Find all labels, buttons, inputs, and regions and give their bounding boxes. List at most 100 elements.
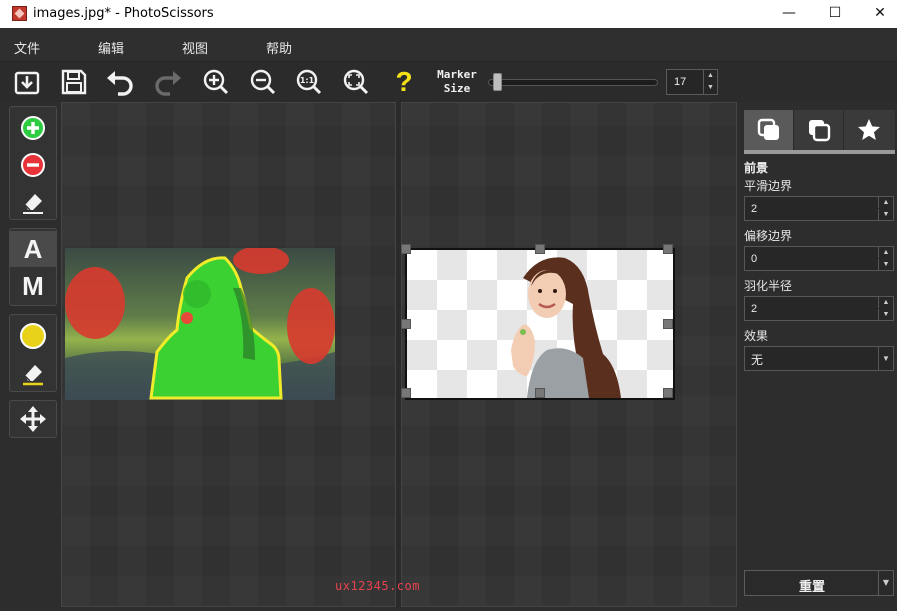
marker-size-slider-thumb[interactable] xyxy=(492,73,502,91)
menu-view[interactable]: 视图 xyxy=(182,38,208,57)
hair-marker-tool[interactable] xyxy=(10,318,56,354)
feather-radius-field[interactable]: 2 ▲ ▼ xyxy=(744,296,894,321)
undo-icon xyxy=(107,71,133,96)
marker-size-up-arrow[interactable]: ▲ xyxy=(703,70,717,82)
resize-handle[interactable] xyxy=(535,388,545,398)
smooth-edge-label: 平滑边界 xyxy=(744,179,793,193)
offset-edge-down-arrow[interactable]: ▼ xyxy=(878,259,893,270)
resize-handle[interactable] xyxy=(401,244,411,254)
save-icon xyxy=(61,69,87,95)
window-title: images.jpg* - PhotoScissors xyxy=(33,6,214,21)
open-button[interactable] xyxy=(11,66,43,98)
section-title: 前景 xyxy=(744,161,769,175)
move-tool-group xyxy=(9,400,57,438)
offset-edge-label: 偏移边界 xyxy=(744,229,793,243)
effect-value: 无 xyxy=(751,353,764,367)
save-button[interactable] xyxy=(58,66,90,98)
yellow-eraser-icon xyxy=(23,365,43,386)
effect-dropdown[interactable]: 无 ▼ xyxy=(744,346,894,371)
green-plus-icon xyxy=(21,116,45,140)
add-background-marker-tool[interactable] xyxy=(10,147,56,183)
hair-eraser-tool[interactable] xyxy=(10,355,56,391)
smooth-edge-field[interactable]: 2 ▲ ▼ xyxy=(744,196,894,221)
red-minus-icon xyxy=(21,153,45,177)
menu-help[interactable]: 帮助 xyxy=(266,38,292,57)
tool-column: A M xyxy=(0,102,60,611)
marker-size-slider[interactable] xyxy=(488,79,658,86)
zoom-actual-button[interactable]: 1:1 xyxy=(293,66,325,98)
resize-handle[interactable] xyxy=(663,388,673,398)
zoom-fit-icon xyxy=(343,69,369,95)
toolbar: 1:1 ? Marker Size 17 ▲ ▼ xyxy=(0,62,897,102)
manual-mode-button[interactable]: M xyxy=(10,268,56,304)
source-canvas[interactable] xyxy=(61,102,396,607)
mode-tool-group: A M xyxy=(9,228,57,306)
app-icon xyxy=(12,6,27,21)
marker-size-value: 17 xyxy=(674,76,687,88)
zoom-out-button[interactable] xyxy=(247,66,279,98)
marker-size-label-line2: Size xyxy=(443,82,471,95)
eraser-icon xyxy=(23,194,43,214)
hair-tool-group xyxy=(9,314,57,392)
tab-background[interactable] xyxy=(794,110,844,150)
star-tab-icon xyxy=(858,119,880,140)
reset-button-label: 重置 xyxy=(798,580,825,595)
reset-button[interactable]: 重置 ▼ xyxy=(744,570,894,596)
resize-handle[interactable] xyxy=(663,319,673,329)
marker-size-label: Marker Size xyxy=(434,68,480,96)
face-shape xyxy=(528,270,566,318)
zoom-fit-button[interactable] xyxy=(340,66,372,98)
zoom-out-icon xyxy=(250,69,276,95)
feather-radius-label: 羽化半径 xyxy=(744,279,793,293)
add-foreground-marker-tool[interactable] xyxy=(10,110,56,146)
help-icon: ? xyxy=(395,66,413,97)
undo-button[interactable] xyxy=(104,66,136,98)
resize-handle[interactable] xyxy=(663,244,673,254)
smooth-edge-up-arrow[interactable]: ▲ xyxy=(878,197,893,208)
menu-bar: 文件 编辑 视图 帮助 xyxy=(0,28,897,62)
marker-tool-group xyxy=(9,106,57,220)
watermark-text: ux12345.com xyxy=(335,579,420,593)
foreground-tab-icon xyxy=(757,118,779,140)
effect-label: 效果 xyxy=(744,329,769,343)
panel-tabs xyxy=(744,110,895,154)
resize-handle[interactable] xyxy=(401,319,411,329)
smooth-edge-down-arrow[interactable]: ▼ xyxy=(878,209,893,220)
offset-edge-field[interactable]: 0 ▲ ▼ xyxy=(744,246,894,271)
yellow-dot-icon xyxy=(20,323,46,349)
resize-handle[interactable] xyxy=(535,244,545,254)
feather-radius-down-arrow[interactable]: ▼ xyxy=(878,309,893,320)
feather-radius-value: 2 xyxy=(751,303,758,315)
chevron-down-icon: ▼ xyxy=(878,347,893,370)
auto-mode-label: A xyxy=(23,233,43,264)
offset-edge-up-arrow[interactable]: ▲ xyxy=(878,247,893,258)
close-button[interactable]: ✕ xyxy=(857,0,897,28)
chevron-down-icon[interactable]: ▼ xyxy=(878,571,893,595)
tab-foreground[interactable] xyxy=(744,110,794,150)
source-image xyxy=(65,248,335,400)
photoscissors-window: images.jpg* - PhotoScissors — ☐ ✕ 文件 编辑 … xyxy=(0,0,897,611)
auto-mode-button[interactable]: A xyxy=(10,231,56,267)
zoom-in-button[interactable] xyxy=(200,66,232,98)
minimize-button[interactable]: — xyxy=(766,0,812,28)
zoom-1to1-icon: 1:1 xyxy=(296,69,322,95)
result-image xyxy=(401,244,675,400)
properties-panel: 前景 平滑边界 2 ▲ ▼ 偏移边界 0 ▲ ▼ 羽化半径 2 ▲ ▼ 效果 无… xyxy=(737,102,897,611)
redo-button[interactable] xyxy=(152,66,184,98)
tab-favorites[interactable] xyxy=(844,110,894,150)
eraser-tool[interactable] xyxy=(10,184,56,220)
redo-icon xyxy=(155,71,181,96)
resize-handle[interactable] xyxy=(401,388,411,398)
help-button[interactable]: ? xyxy=(388,66,420,98)
result-canvas[interactable] xyxy=(401,102,737,607)
maximize-button[interactable]: ☐ xyxy=(812,0,858,28)
marker-size-spinbox[interactable]: 17 ▲ ▼ xyxy=(666,69,718,95)
feather-radius-up-arrow[interactable]: ▲ xyxy=(878,297,893,308)
menu-file[interactable]: 文件 xyxy=(14,38,40,57)
manual-mode-label: M xyxy=(22,270,44,301)
move-tool[interactable] xyxy=(10,401,56,437)
menu-edit[interactable]: 编辑 xyxy=(98,38,124,57)
background-tab-icon xyxy=(808,120,830,142)
marker-size-label-line1: Marker xyxy=(437,68,477,81)
marker-size-down-arrow[interactable]: ▼ xyxy=(703,82,717,94)
